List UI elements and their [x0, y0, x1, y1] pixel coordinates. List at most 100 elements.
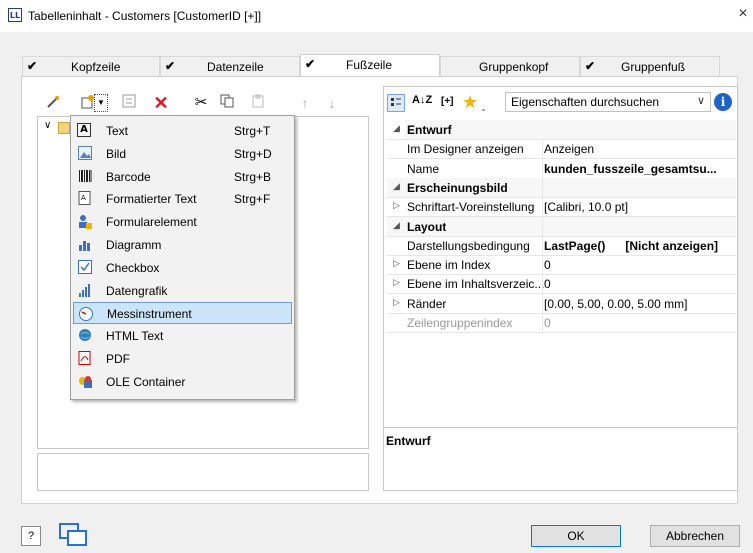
property-value[interactable]: [0.00, 5.00, 0.00, 5.00 mm]: [544, 297, 687, 311]
window-switch-icon[interactable]: [58, 522, 88, 551]
collapse-icon[interactable]: ◢: [393, 123, 400, 134]
svg-text:A: A: [81, 194, 86, 202]
property-value[interactable]: LastPage() [Nicht anzeigen]: [544, 239, 718, 253]
chart-icon: [77, 237, 93, 253]
wand-icon[interactable]: [44, 94, 62, 112]
cancel-button[interactable]: Abbrechen: [650, 525, 740, 547]
form-element-icon: [77, 214, 93, 230]
property-value[interactable]: kunden_fusszeile_gesamtsu...: [544, 162, 717, 176]
property-row[interactable]: ▷ Schriftart-Voreinstellung [Calibri, 10.0…: [387, 197, 736, 216]
paste-icon[interactable]: [249, 94, 267, 112]
menu-item-diagramm[interactable]: Diagramm: [73, 234, 292, 256]
tab-3[interactable]: ✔ Fußzeile: [300, 54, 440, 78]
tab-check-icon[interactable]: ✔: [165, 59, 175, 73]
tab-1[interactable]: ✔ Kopfzeile: [22, 56, 160, 76]
menu-item-label: Text: [106, 124, 129, 138]
copy-icon[interactable]: [218, 94, 236, 112]
insert-object-menu: A Text Strg+T Bild Strg+D Barcode Strg+B A Forma…: [70, 115, 295, 400]
expand-icon[interactable]: ▷: [393, 297, 400, 308]
property-row[interactable]: Darstellungsbedingung LastPage() [Nicht a…: [387, 236, 736, 255]
barcode-icon: [77, 169, 93, 185]
gauge-icon: [78, 306, 94, 322]
pdf-icon: [77, 351, 93, 367]
expand-icon[interactable]: ▷: [393, 258, 400, 269]
property-value[interactable]: 0: [544, 258, 551, 272]
tab-2[interactable]: ✔ Datenzeile: [160, 56, 300, 76]
ok-button[interactable]: OK: [531, 525, 621, 547]
tab-check-icon[interactable]: ✔: [305, 57, 315, 71]
property-row[interactable]: ▷ Ränder [0.00, 5.00, 0.00, 5.00 mm]: [387, 294, 736, 313]
menu-item-label: Datengrafik: [106, 283, 168, 298]
image-icon: [77, 145, 93, 162]
property-value[interactable]: [Calibri, 10.0 pt]: [544, 200, 628, 214]
favorite-dropdown-icon[interactable]: ⌄: [480, 104, 487, 113]
search-dropdown-chevron-icon[interactable]: ∨: [697, 94, 705, 107]
menu-item-bild[interactable]: Bild Strg+D: [73, 143, 292, 165]
menu-item-barcode[interactable]: Barcode Strg+B: [73, 166, 292, 188]
html-icon: [77, 328, 93, 344]
folder-icon: [58, 122, 70, 134]
properties-icon[interactable]: [120, 94, 138, 112]
property-category[interactable]: ◢ Entwurf: [393, 120, 736, 139]
tab-4[interactable]: Gruppenkopf: [440, 56, 580, 76]
expand-all-icon[interactable]: [+]: [441, 96, 454, 107]
menu-item-text[interactable]: A Text Strg+T: [73, 120, 292, 142]
property-category[interactable]: ◢ Erscheinungsbild: [387, 177, 736, 197]
delete-icon[interactable]: ✕: [152, 94, 170, 112]
property-search-input[interactable]: Eigenschaften durchsuchen: [511, 95, 659, 109]
ole-icon: [77, 374, 93, 390]
menu-item-label: OLE Container: [106, 374, 186, 389]
menu-item-html-text[interactable]: HTML Text: [73, 325, 292, 347]
categorized-view-icon[interactable]: [387, 94, 405, 112]
tab-check-icon[interactable]: ✔: [585, 59, 595, 73]
tab-label: Kopfzeile: [71, 60, 121, 74]
tab-check-icon[interactable]: ✔: [27, 59, 37, 73]
property-row[interactable]: ▷ Ebene im Inhaltsverzeic... 0: [387, 274, 736, 293]
property-row[interactable]: Zeilengruppenindex 0: [387, 313, 736, 332]
menu-item-shortcut: Strg+F: [234, 192, 271, 207]
tab-label: Gruppenfuß: [621, 60, 686, 74]
checkbox-icon: [77, 259, 93, 276]
property-value[interactable]: 0: [544, 277, 551, 291]
collapse-icon[interactable]: ◢: [393, 181, 400, 192]
menu-item-label: Bild: [106, 146, 127, 161]
menu-item-datengrafik[interactable]: Datengrafik: [73, 280, 292, 302]
menu-item-shortcut: Strg+D: [234, 146, 272, 161]
tab-5[interactable]: ✔ Gruppenfuß: [580, 56, 720, 76]
menu-item-shortcut: Strg+B: [234, 169, 272, 184]
menu-item-ole-container[interactable]: OLE Container: [73, 371, 292, 393]
menu-item-label: Formularelement: [106, 215, 197, 230]
menu-item-messinstrument[interactable]: Messinstrument: [73, 302, 292, 325]
description-title: Entwurf: [386, 434, 431, 448]
property-row[interactable]: Name kunden_fusszeile_gesamtsu...: [387, 159, 736, 178]
property-search-box[interactable]: Eigenschaften durchsuchen ∨: [505, 92, 711, 112]
menu-item-checkbox[interactable]: Checkbox: [73, 257, 292, 279]
favorite-star-icon[interactable]: ★: [462, 92, 478, 113]
property-value[interactable]: 0: [544, 316, 551, 330]
help-icon[interactable]: ?: [21, 526, 41, 546]
menu-item-formularelement[interactable]: Formularelement: [73, 211, 292, 233]
cut-icon[interactable]: ✂: [192, 94, 210, 112]
expand-icon[interactable]: ▷: [393, 277, 400, 288]
close-icon[interactable]: ×: [733, 5, 753, 25]
row-separator: [387, 332, 736, 333]
property-row[interactable]: ▷ Ebene im Index 0: [387, 255, 736, 274]
insert-dropdown-chevron-icon[interactable]: ▼: [94, 94, 108, 112]
move-down-icon[interactable]: ↓: [323, 94, 341, 112]
property-category[interactable]: ◢ Layout: [387, 216, 736, 236]
tree-expand-chevron-icon[interactable]: ∨: [44, 120, 51, 131]
sort-alphabetical-icon[interactable]: A↓Z: [412, 94, 432, 106]
move-up-icon[interactable]: ↑: [296, 94, 314, 112]
property-value[interactable]: Anzeigen: [544, 142, 594, 156]
menu-item-pdf[interactable]: PDF: [73, 348, 292, 370]
property-row[interactable]: Im Designer anzeigen Anzeigen: [387, 139, 736, 158]
collapse-icon[interactable]: ◢: [393, 220, 400, 231]
property-key: Darstellungsbedingung: [407, 238, 530, 253]
property-key: Ebene im Index: [407, 258, 491, 273]
column-divider: [542, 139, 543, 332]
expand-icon[interactable]: ▷: [393, 200, 400, 211]
property-key: Layout: [407, 219, 447, 234]
info-icon[interactable]: i: [714, 93, 732, 111]
menu-item-formatierter-text[interactable]: A Formatierter Text Strg+F: [73, 188, 292, 210]
object-preview-box: [37, 453, 369, 491]
